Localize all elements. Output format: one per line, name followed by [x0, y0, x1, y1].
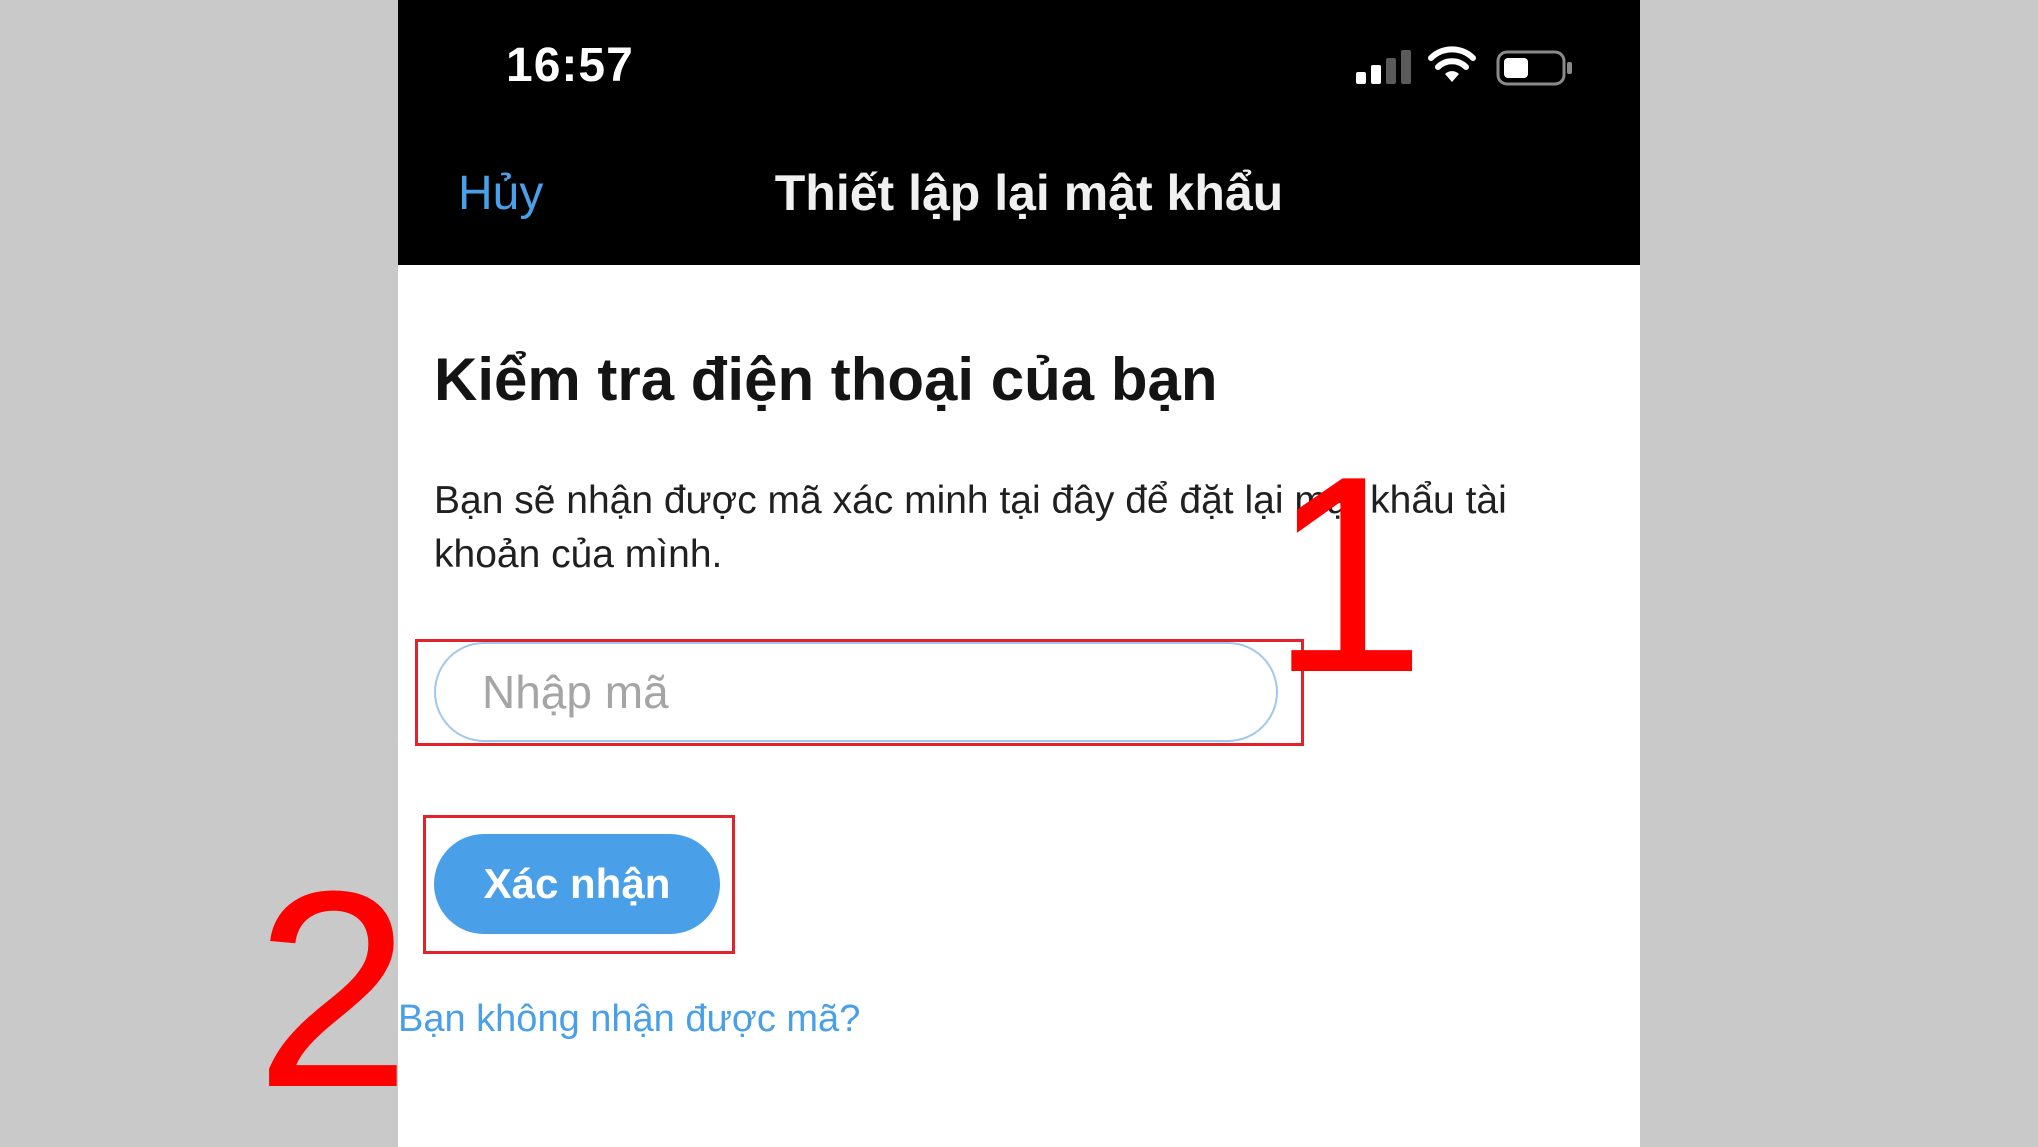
- battery-icon: [1496, 50, 1572, 86]
- nav-bar: Hủy Thiết lập lại mật khẩu: [398, 140, 1640, 265]
- status-time: 16:57: [506, 39, 634, 92]
- phone-screen: 16:57 Hủy Thiết lập lại mật khẩu Kiểm tr…: [398, 0, 1640, 1147]
- status-bar: 16:57: [398, 0, 1640, 140]
- content-heading: Kiểm tra điện thoại của bạn: [434, 346, 1218, 413]
- step-number-2: 2: [255, 834, 411, 1146]
- signal-icon: [1356, 50, 1411, 84]
- screenshot-frame: 16:57 Hủy Thiết lập lại mật khẩu Kiểm tr…: [0, 0, 2038, 1147]
- resend-code-link[interactable]: Bạn không nhận được mã?: [398, 998, 860, 1041]
- page-title: Thiết lập lại mật khẩu: [774, 165, 1284, 221]
- wifi-icon: [1428, 46, 1476, 82]
- verification-code-input[interactable]: [434, 642, 1278, 742]
- content-description: Bạn sẽ nhận được mã xác minh tại đây để …: [434, 479, 1507, 576]
- confirm-button[interactable]: Xác nhận: [434, 834, 720, 934]
